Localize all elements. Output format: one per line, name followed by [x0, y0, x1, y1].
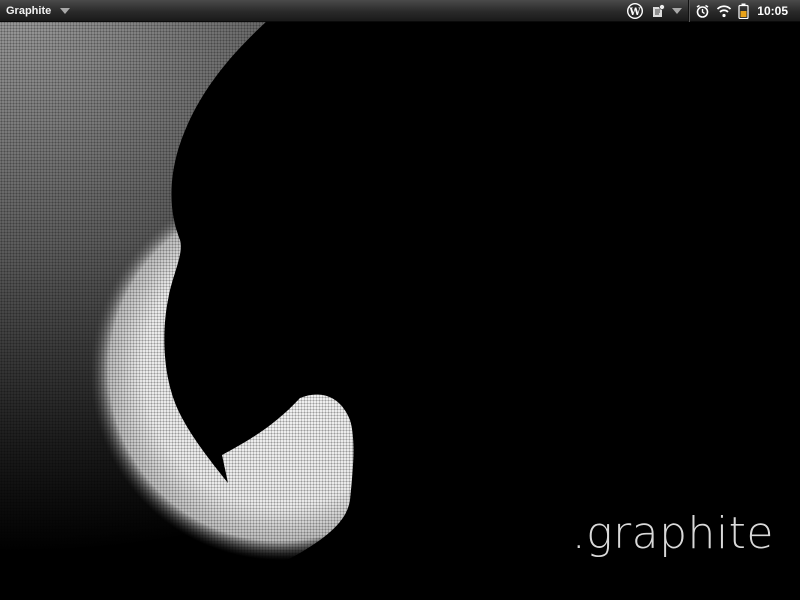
app-menu[interactable]: Graphite: [6, 0, 71, 22]
device-status-area[interactable]: 10:05: [689, 0, 800, 22]
device-screen: .graphite Graphite W 10:05: [0, 0, 800, 600]
wifi-icon: [716, 4, 732, 18]
notification-area[interactable]: W: [620, 0, 688, 22]
wallpaper: .graphite: [0, 0, 800, 600]
status-bar: Graphite W 10:05: [0, 0, 800, 22]
wordpress-icon[interactable]: W: [626, 2, 644, 20]
chevron-down-icon: [60, 8, 71, 14]
system-tray: W 10:05: [620, 0, 800, 22]
chevron-down-icon[interactable]: [672, 8, 683, 14]
notification-icon[interactable]: [650, 3, 666, 19]
battery-icon: [738, 3, 749, 19]
svg-text:W: W: [629, 7, 642, 18]
app-title: Graphite: [6, 5, 52, 17]
clock: 10:05: [757, 4, 788, 18]
alarm-icon: [695, 4, 710, 19]
wallpaper-brand-text: .graphite: [571, 508, 774, 559]
